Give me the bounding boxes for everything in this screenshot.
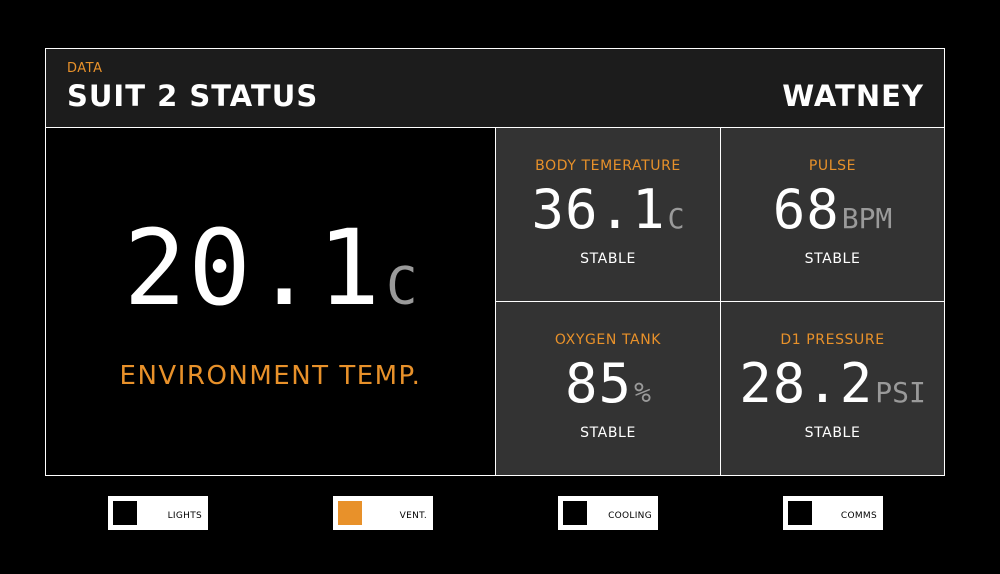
- environment-temp-cell: 20.1C ENVIRONMENT TEMP.: [46, 128, 496, 475]
- page-title: SUIT 2 STATUS: [67, 79, 319, 113]
- metric-value: 36.1: [531, 178, 666, 241]
- toggle-lights[interactable]: LIGHTS: [108, 496, 208, 530]
- toggle-cooling[interactable]: COOLING: [558, 496, 658, 530]
- metric-unit: C: [667, 202, 685, 235]
- header-kicker: DATA: [67, 61, 103, 76]
- panel-header: DATA SUIT 2 STATUS WATNEY: [46, 49, 944, 128]
- toggle-label: COMMS: [840, 511, 877, 521]
- metric-label: PULSE: [808, 158, 857, 174]
- toggle-label: LIGHTS: [167, 511, 202, 521]
- metric-reading: 68BPM: [721, 183, 944, 237]
- metric-reading: 28.2PSI: [721, 357, 944, 411]
- metric-unit: PSI: [875, 376, 926, 409]
- toggle-comms[interactable]: COMMS: [783, 496, 883, 530]
- metric-d1-pressure: D1 PRESSURE 28.2PSI STABLE: [721, 302, 944, 475]
- metric-label: D1 PRESSURE: [780, 332, 885, 348]
- metric-value: 28.2: [739, 352, 874, 415]
- metric-reading: 85%: [496, 357, 720, 411]
- toggle-label: VENT.: [399, 511, 427, 521]
- metric-status: STABLE: [804, 251, 861, 267]
- metric-value: 85: [565, 352, 633, 415]
- metric-reading: 36.1C: [496, 183, 720, 237]
- environment-temp-label: ENVIRONMENT TEMP.: [119, 361, 422, 391]
- astronaut-name: WATNEY: [782, 79, 924, 113]
- metric-unit: %: [634, 376, 651, 409]
- metric-value: 68: [772, 178, 840, 241]
- suit-status-panel: DATA SUIT 2 STATUS WATNEY 20.1C ENVIRONM…: [45, 48, 945, 476]
- toggle-vent[interactable]: VENT.: [333, 496, 433, 530]
- metric-label: OXYGEN TANK: [554, 332, 662, 348]
- metric-pulse: PULSE 68BPM STABLE: [721, 128, 944, 302]
- metric-body-temperature: BODY TEMERATURE 36.1C STABLE: [496, 128, 721, 302]
- environment-temp-reading: 20.1C: [46, 216, 495, 320]
- metric-status: STABLE: [804, 425, 861, 441]
- metric-status: STABLE: [580, 425, 636, 441]
- environment-temp-unit: C: [386, 257, 418, 317]
- metric-oxygen-tank: OXYGEN TANK 85% STABLE: [496, 302, 721, 475]
- environment-temp-value: 20.1: [123, 207, 383, 329]
- toggle-indicator: [113, 501, 137, 525]
- toggle-indicator: [338, 501, 362, 525]
- metric-unit: BPM: [841, 202, 893, 235]
- metric-status: STABLE: [580, 251, 636, 267]
- toggle-indicator: [563, 501, 587, 525]
- metric-label: BODY TEMERATURE: [535, 158, 681, 174]
- toggle-indicator: [788, 501, 812, 525]
- toggle-label: COOLING: [608, 511, 652, 521]
